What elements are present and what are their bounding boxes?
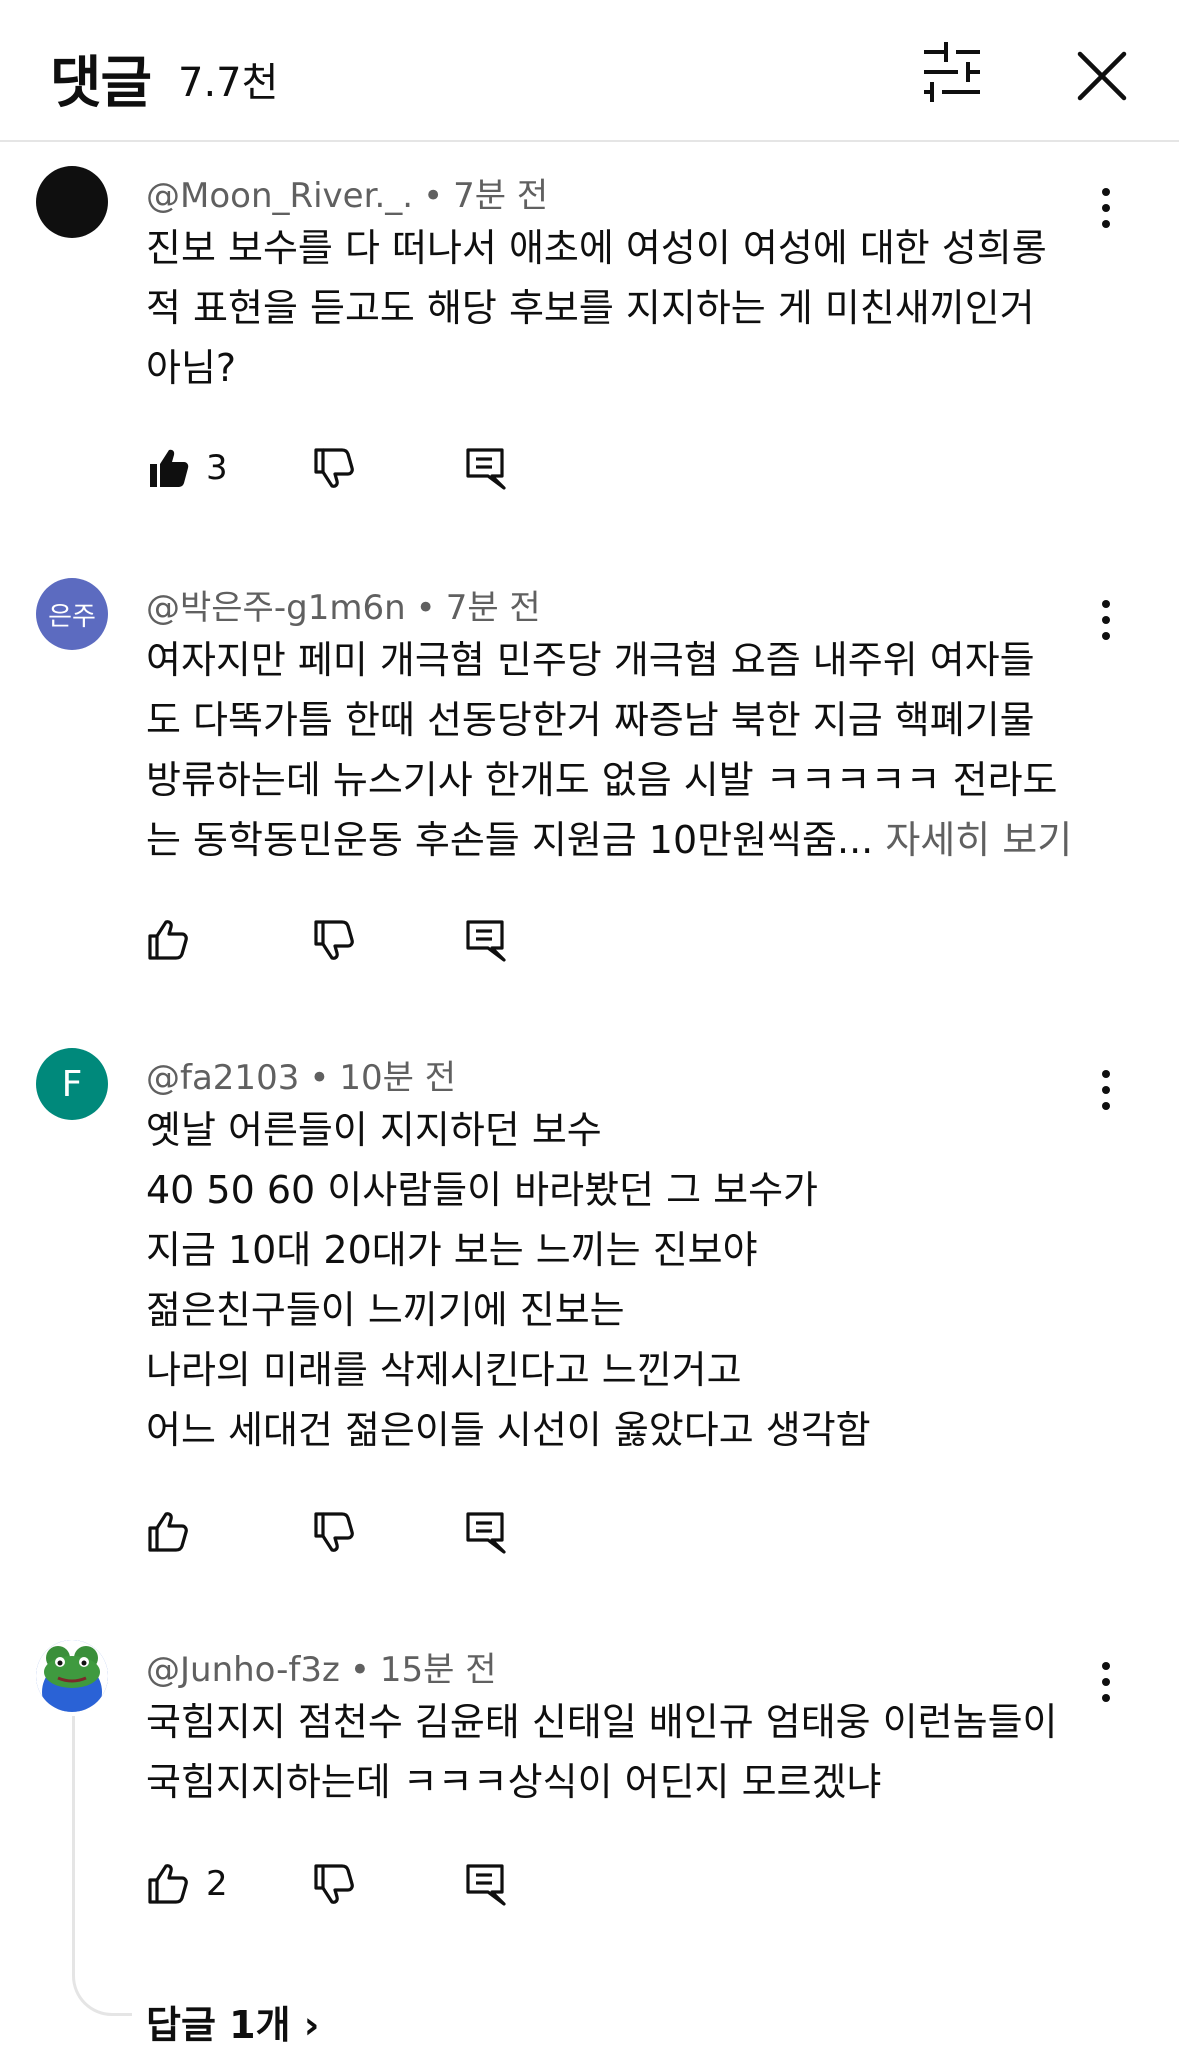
like-count: 2	[206, 1864, 228, 1904]
thumbs-down-icon	[314, 1512, 354, 1552]
like-count: 3	[206, 448, 228, 488]
avatar[interactable]: 은주	[36, 578, 108, 650]
comment-time: 7분 전	[445, 588, 541, 628]
dislike-button[interactable]	[312, 1862, 356, 1906]
comment-time: 10분 전	[339, 1058, 457, 1098]
thumbs-up-icon	[148, 1864, 188, 1904]
page-title: 댓글	[50, 51, 152, 116]
close-icon[interactable]	[1066, 40, 1138, 112]
like-button[interactable]: 2	[146, 1854, 228, 1914]
chevron-right-icon: ›	[303, 2003, 320, 2047]
reply-button[interactable]	[464, 1510, 508, 1554]
reply-thread-line	[72, 1716, 132, 2016]
thumbs-up-filled-icon	[150, 449, 189, 487]
comment-author[interactable]: @Junho-f3z	[146, 1650, 340, 1690]
comment-author[interactable]: @박은주-g1m6n	[146, 588, 406, 628]
reply-button[interactable]	[464, 1862, 508, 1906]
comment-meta: @Moon_River._. • 7분 전	[146, 176, 549, 216]
comment-actions: 3	[146, 438, 746, 498]
comments-header: 댓글 7.7천	[0, 0, 1179, 142]
reply-button[interactable]	[464, 446, 508, 490]
comment-time: 15분 전	[379, 1650, 497, 1690]
comment-actions: 2	[146, 1854, 746, 1914]
reply-comment-icon	[466, 448, 506, 490]
frog-avatar-icon	[36, 1640, 108, 1712]
comment-actions	[146, 1502, 746, 1562]
comment-actions	[146, 910, 746, 970]
comment-text: 옛날 어른들이 지지하던 보수 40 50 60 이사람들이 바라봤던 그 보수…	[146, 1108, 871, 1452]
reply-comment-icon	[466, 1512, 506, 1554]
comment-meta: @Junho-f3z • 15분 전	[146, 1650, 497, 1690]
comment-meta: @fa2103 • 10분 전	[146, 1058, 457, 1098]
like-button[interactable]	[146, 1502, 190, 1562]
comment-author[interactable]: @fa2103	[146, 1058, 299, 1098]
avatar[interactable]	[36, 166, 108, 238]
comment-text: 여자지만 페미 개극혐 민주당 개극혐 요즘 내주위 여자들 도 다똑가틈 한때…	[146, 638, 1073, 862]
comment-author[interactable]: @Moon_River._.	[146, 176, 413, 216]
thumbs-up-icon	[148, 1512, 188, 1552]
comment-meta: @박은주-g1m6n • 7분 전	[146, 588, 541, 628]
dislike-button[interactable]	[312, 918, 356, 962]
reply-comment-icon	[466, 1864, 506, 1906]
reply-button[interactable]	[464, 918, 508, 962]
like-button[interactable]	[146, 910, 190, 970]
comment-text: 국힘지지 점천수 김윤태 신태일 배인규 엄태웅 이런놈들이 국힘지지하는데 ㅋ…	[146, 1700, 1058, 1804]
thumbs-down-icon	[314, 1864, 354, 1904]
comment-count: 7.7천	[178, 60, 279, 106]
dislike-button[interactable]	[312, 446, 356, 490]
view-replies-button[interactable]: 답글 1개 ›	[146, 1994, 319, 2049]
thumbs-down-icon	[314, 448, 354, 488]
avatar[interactable]: F	[36, 1048, 108, 1120]
avatar[interactable]	[36, 1640, 108, 1712]
reply-comment-icon	[466, 920, 506, 962]
sliders-icon[interactable]	[920, 40, 984, 104]
comment-time: 7분 전	[453, 176, 549, 216]
comment-text: 진보 보수를 다 떠나서 애초에 여성이 여성에 대한 성희롱 적 표현을 듣고…	[146, 226, 1047, 390]
read-more-link[interactable]: 자세히 보기	[885, 818, 1072, 862]
like-button[interactable]: 3	[146, 438, 228, 498]
dislike-button[interactable]	[312, 1510, 356, 1554]
thumbs-up-icon	[148, 920, 188, 960]
thumbs-down-icon	[314, 920, 354, 960]
